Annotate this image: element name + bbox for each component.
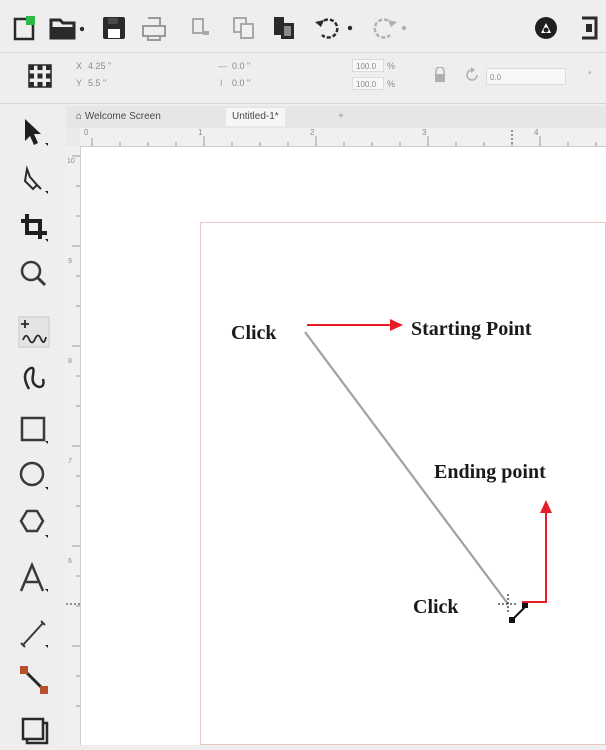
pick-tool-icon[interactable] <box>12 112 56 152</box>
property-bar: X 4.25 " Y 5.5 " — 0.0 " I 0.0 " 100.0 %… <box>0 53 606 104</box>
shape-tool-icon[interactable] <box>12 160 56 200</box>
rotation-field[interactable]: 0.0 <box>486 68 566 85</box>
object-y[interactable]: 0.0 " <box>232 78 250 88</box>
horizontal-ruler[interactable]: 0 1 2 3 4 <box>80 128 606 147</box>
ruler-tick-4: 4 <box>534 128 539 137</box>
height-label-icon: Y <box>76 78 83 88</box>
object-x[interactable]: 0.0 " <box>232 61 250 71</box>
click-end-label: Click <box>413 596 459 618</box>
artistic-media-tool-icon[interactable] <box>12 358 56 398</box>
polygon-tool-icon[interactable] <box>12 504 56 544</box>
search-content-icon[interactable] <box>526 10 566 46</box>
redo-icon[interactable] <box>364 10 412 46</box>
scale-height-field[interactable]: 100.0 <box>352 77 384 90</box>
vertical-ruler[interactable]: 10 9 8 7 6 <box>66 146 81 745</box>
crop-tool-icon[interactable] <box>12 208 56 248</box>
text-tool-icon[interactable] <box>12 558 56 598</box>
drop-shadow-tool-icon[interactable] <box>12 710 56 750</box>
standard-toolbar <box>0 0 606 53</box>
ending-point-label: Ending point <box>434 461 546 483</box>
ruler-v-tick-6: 6 <box>68 558 72 565</box>
new-document-icon[interactable] <box>6 10 42 46</box>
open-folder-icon[interactable] <box>46 10 90 46</box>
scale-unit: % <box>387 61 396 71</box>
tab-welcome-screen[interactable]: ⌂ Welcome Screen <box>70 108 167 126</box>
ruler-tick-0: 0 <box>84 128 89 137</box>
parallel-dimension-tool-icon[interactable] <box>12 614 56 654</box>
object-height[interactable]: 5.5 " <box>88 78 106 88</box>
ruler-v-tick-10: 10 <box>67 158 75 165</box>
cut-icon[interactable] <box>184 10 220 46</box>
ruler-tick-2: 2 <box>310 128 315 137</box>
x-position-icon: — <box>218 61 227 71</box>
toolbox <box>0 106 66 745</box>
rotation-value: 0.0 <box>490 73 502 82</box>
ruler-v-tick-7: 7 <box>68 458 72 465</box>
undo-icon[interactable] <box>310 10 358 46</box>
tab-document-label: Untitled-1* <box>232 111 279 122</box>
starting-point-label: Starting Point <box>411 318 532 340</box>
connector-tool-icon[interactable] <box>12 660 56 700</box>
ellipse-tool-icon[interactable] <box>12 456 56 496</box>
rotate-icon <box>462 65 482 85</box>
click-start-label: Click <box>231 322 277 344</box>
scale-unit-2: % <box>387 79 396 89</box>
add-tab-button[interactable]: + <box>332 108 350 126</box>
ruler-v-tick-8: 8 <box>68 358 72 365</box>
object-width[interactable]: 4.25 " <box>88 61 111 71</box>
rectangle-tool-icon[interactable] <box>12 410 56 450</box>
tab-welcome-label: Welcome Screen <box>84 111 161 122</box>
home-icon: ⌂ <box>76 111 83 122</box>
tab-untitled-1[interactable]: Untitled-1* <box>226 108 285 126</box>
ruler-tick-1: 1 <box>198 128 203 137</box>
import-icon[interactable] <box>574 10 606 46</box>
zoom-tool-icon[interactable] <box>12 254 56 294</box>
freehand-tool-icon[interactable] <box>12 312 56 352</box>
ruler-corner[interactable] <box>66 128 81 147</box>
ruler-ticks <box>91 130 597 146</box>
lock-ratio-icon[interactable] <box>430 65 450 85</box>
save-icon[interactable] <box>96 10 132 46</box>
document-tabs: ⌂ Welcome Screen Untitled-1* + <box>66 106 606 128</box>
ruler-tick-3: 3 <box>422 128 427 137</box>
ruler-v-tick-9: 9 <box>68 258 72 265</box>
scale-width-field[interactable]: 100.0 <box>352 59 384 72</box>
rotation-unit: ° <box>588 70 592 80</box>
copy-icon[interactable] <box>226 10 262 46</box>
print-icon[interactable] <box>136 10 172 46</box>
y-position-icon: I <box>220 78 223 88</box>
paste-icon[interactable] <box>266 10 302 46</box>
object-origin-icon[interactable] <box>24 59 56 93</box>
width-label-icon: X <box>76 61 83 71</box>
ruler-v-ticks <box>66 155 80 707</box>
